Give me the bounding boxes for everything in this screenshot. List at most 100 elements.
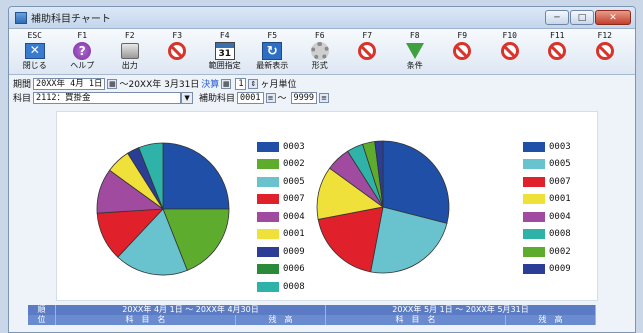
legend-item: 0003 <box>523 138 571 156</box>
legend-item: 0004 <box>257 208 305 226</box>
legend-item: 0006 <box>257 261 305 279</box>
fkey-f2-button[interactable]: F2 出力 <box>106 30 154 74</box>
legend-item: 0001 <box>257 226 305 244</box>
no-icon-glyph <box>168 42 187 60</box>
sub-account-label: 補助科目 <box>199 94 236 104</box>
fkey-f3-button[interactable]: F3 <box>154 30 202 74</box>
close-button[interactable]: ✕ <box>595 10 631 25</box>
legend-item: 0002 <box>257 156 305 174</box>
fkey-f8-button[interactable]: F8 条件 <box>391 30 439 74</box>
fkey-label: F3 <box>172 31 183 40</box>
fkey-caption: 形式 <box>311 61 328 70</box>
period-from-field[interactable]: 20XX年 4月 1日 <box>33 77 106 90</box>
months-spinner[interactable]: ⇕ <box>248 78 259 89</box>
close-window-icon-glyph <box>24 43 45 59</box>
fkey-caption: 最新表示 <box>256 61 289 70</box>
legend-swatch <box>523 141 545 152</box>
legend-item: 0004 <box>523 208 571 226</box>
legend-item: 0005 <box>257 173 305 191</box>
sub-from-lookup-icon[interactable]: ≡ <box>265 92 276 103</box>
settlement-label: 決算 <box>201 80 220 90</box>
legend-swatch <box>523 194 545 205</box>
legend-swatch <box>257 246 279 257</box>
function-key-toolbar: ESC 閉じる F1?ヘルプ F2 出力 F3 F4 31範囲指定 F5 ↻最新表示 F6 形式 F7 F… <box>9 29 635 75</box>
period2-header: 20XX年 5月 1日 〜 20XX年 5月31日 <box>326 305 596 315</box>
data-grid-header: 順 20XX年 4月 1日 〜 20XX年 4月30日 20XX年 5月 1日 … <box>28 305 596 327</box>
legend-label: 0002 <box>283 159 305 170</box>
legend-item: 0009 <box>257 243 305 261</box>
gear-icon <box>309 41 331 61</box>
legend-swatch <box>523 176 545 187</box>
printer-icon-glyph <box>120 43 139 59</box>
maximize-button[interactable]: □ <box>570 10 594 25</box>
legend-label: 0007 <box>549 176 571 187</box>
fkey-f5-button[interactable]: F5 ↻ 最新表示 <box>249 30 297 74</box>
legend-label: 0005 <box>283 176 305 187</box>
fkey-f12-button[interactable]: F12 <box>581 30 629 74</box>
sub-account-to-field[interactable]: 9999 <box>290 91 318 104</box>
account-select[interactable]: 2112：買掛金 <box>33 91 182 104</box>
fkey-f4-button[interactable]: F4 31 範囲指定 <box>201 30 249 74</box>
period1-header: 20XX年 4月 1日 〜 20XX年 4月30日 <box>56 305 326 315</box>
months-field[interactable]: 1 <box>235 77 247 90</box>
calendar-icon: 31 <box>214 41 236 61</box>
fkey-label: F1 <box>77 31 88 40</box>
legend-label: 0008 <box>549 229 571 240</box>
window-title: 補助科目チャート <box>31 14 111 25</box>
legend-label: 0001 <box>549 194 571 205</box>
no-icon-glyph <box>548 42 567 60</box>
fkey-caption: 範囲指定 <box>208 61 241 70</box>
fkey-f10-button[interactable]: F10 <box>486 30 534 74</box>
settlement-checkbox[interactable]: ▦ <box>221 78 232 89</box>
balance-col-header-1: 残 高 <box>236 315 326 325</box>
legend-swatch <box>257 141 279 152</box>
no-icon <box>499 41 521 61</box>
no-icon <box>166 41 188 61</box>
calendar-picker-icon[interactable]: ▦ <box>107 78 118 89</box>
refresh-icon: ↻ <box>261 41 283 61</box>
rank-header-top: 順 <box>28 305 56 315</box>
legend-item: 0007 <box>257 191 305 209</box>
months-unit: ヶ月単位 <box>260 80 297 90</box>
minimize-button[interactable]: ─ <box>545 10 569 25</box>
legend-label: 0007 <box>283 194 305 205</box>
legend-swatch <box>257 264 279 275</box>
account-label: 科目 <box>13 94 32 104</box>
fkey-f7-button[interactable]: F7 <box>344 30 392 74</box>
fkey-f6-button[interactable]: F6 形式 <box>296 30 344 74</box>
legend-item: 0008 <box>257 278 305 296</box>
legend-label: 0009 <box>549 264 571 275</box>
gear-icon-glyph <box>310 42 329 60</box>
sub-account-separator: 〜 <box>277 94 287 104</box>
close-window-icon <box>24 41 46 61</box>
grid-header-row-1: 順 20XX年 4月 1日 〜 20XX年 4月30日 20XX年 5月 1日 … <box>28 305 596 315</box>
fkey-label: F6 <box>314 31 325 40</box>
fkey-label: F11 <box>550 31 565 40</box>
fkey-caption: 出力 <box>121 61 138 70</box>
help-icon: ? <box>71 41 93 61</box>
no-icon-glyph <box>453 42 472 60</box>
fkey-label: F2 <box>124 31 135 40</box>
legend-swatch <box>257 176 279 187</box>
fkey-esc-button[interactable]: ESC 閉じる <box>11 30 59 74</box>
legend-swatch <box>257 194 279 205</box>
sub-account-from-field[interactable]: 0001 <box>237 91 264 104</box>
fkey-f9-button[interactable]: F9 <box>439 30 487 74</box>
pie-charts <box>96 140 450 276</box>
fkey-f1-button[interactable]: F1? ヘルプ <box>59 30 107 74</box>
legend-swatch <box>523 246 545 257</box>
legend-swatch <box>523 264 545 275</box>
legend-label: 0004 <box>549 211 571 222</box>
chevron-down-icon[interactable]: ▼ <box>181 91 194 104</box>
account-row: 科目 2112：買掛金 ▼ 補助科目 0001 ≡ 〜 9999 ≡ <box>13 91 631 104</box>
legend-label: 0003 <box>549 141 571 152</box>
account-col-header-2: 科 目 名 <box>326 315 506 325</box>
legend-item: 0007 <box>523 173 571 191</box>
legend-item: 0002 <box>523 243 571 261</box>
sub-to-lookup-icon[interactable]: ≡ <box>319 92 330 103</box>
fkey-f11-button[interactable]: F11 <box>534 30 582 74</box>
app-icon <box>15 11 27 24</box>
no-icon <box>594 41 616 61</box>
legend-label: 0003 <box>283 141 305 152</box>
no-icon <box>546 41 568 61</box>
